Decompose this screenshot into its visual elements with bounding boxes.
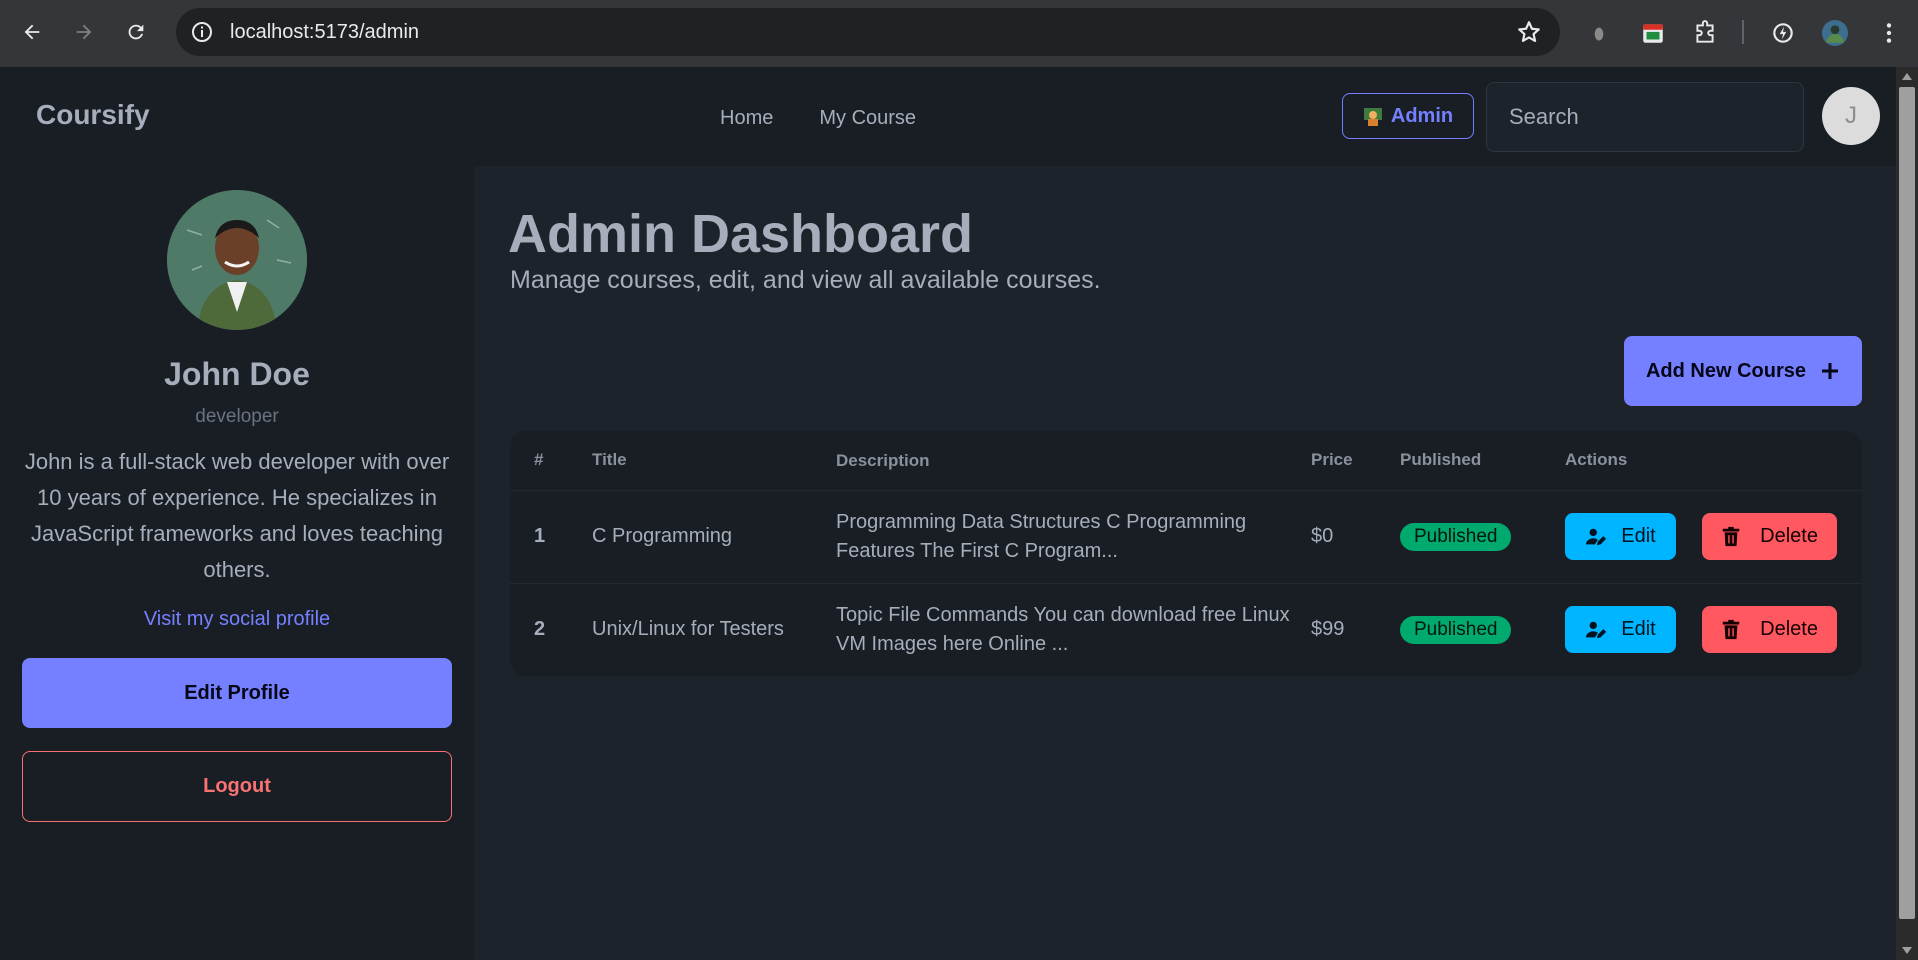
- profile-name: John Doe: [164, 356, 310, 392]
- plus-icon: [1822, 363, 1839, 379]
- url-text: localhost:5173/admin: [230, 21, 420, 43]
- header-index: #: [510, 431, 592, 491]
- delete-course-button[interactable]: Delete: [1701, 606, 1837, 654]
- row-price: $99: [1311, 618, 1345, 641]
- extension-mic-icon[interactable]: [1584, 18, 1614, 48]
- table-row: 2 Unix/Linux for Testers Topic File Comm…: [510, 583, 1862, 676]
- info-icon[interactable]: [190, 20, 214, 44]
- status-badge: Published: [1400, 615, 1512, 644]
- search-input[interactable]: [1486, 82, 1804, 152]
- admin-button[interactable]: Admin: [1342, 93, 1474, 139]
- edit-course-button[interactable]: Edit: [1565, 606, 1676, 654]
- delete-label: Delete: [1760, 618, 1818, 641]
- profile-bio: John is a full-stack web developer with …: [24, 449, 450, 582]
- user-avatar[interactable]: J: [1822, 87, 1880, 145]
- trash-icon: [1722, 619, 1740, 639]
- header-price: Price: [1311, 431, 1400, 491]
- nav-my-course-link[interactable]: My Course: [819, 107, 916, 130]
- page-scrollbar[interactable]: [1896, 67, 1918, 960]
- profile-role: developer: [195, 406, 279, 427]
- logout-button[interactable]: Logout: [22, 751, 452, 822]
- header-title: Title: [592, 431, 836, 491]
- edit-course-button[interactable]: Edit: [1565, 513, 1676, 560]
- user-edit-icon: [1586, 528, 1607, 545]
- bookmark-star-icon[interactable]: [1516, 19, 1542, 45]
- row-price: $0: [1311, 490, 1400, 584]
- nav-links: Home My Course: [720, 107, 916, 130]
- browser-toolbar: localhost:5173/admin: [0, 0, 1918, 67]
- row-index: 1: [510, 490, 592, 584]
- avatar-initial: J: [1845, 102, 1857, 129]
- status-badge: Published: [1400, 522, 1512, 551]
- edit-profile-button[interactable]: Edit Profile: [22, 658, 452, 728]
- add-course-button[interactable]: Add New Course: [1624, 336, 1862, 406]
- scroll-up-arrow-icon[interactable]: [1902, 73, 1912, 80]
- profile-avatar-icon[interactable]: [1820, 18, 1850, 48]
- scroll-down-arrow-icon[interactable]: [1902, 947, 1912, 954]
- address-bar[interactable]: localhost:5173/admin: [176, 8, 1560, 56]
- reload-icon: [128, 24, 144, 40]
- header-published: Published: [1400, 431, 1565, 491]
- app-navbar: Coursify Home My Course Admin J: [0, 67, 1896, 166]
- browser-menu-icon[interactable]: [1874, 18, 1904, 48]
- profile-photo: [167, 190, 307, 330]
- arrow-left-icon: [24, 24, 40, 40]
- arrow-right-icon: [76, 24, 92, 40]
- row-title: Unix/Linux for Testers: [592, 618, 784, 641]
- trash-icon: [1722, 526, 1740, 546]
- extension-calendar-icon[interactable]: [1638, 18, 1668, 48]
- edit-label: Edit: [1621, 618, 1656, 641]
- edit-label: Edit: [1621, 525, 1656, 547]
- delete-label: Delete: [1760, 525, 1818, 547]
- forward-button[interactable]: [66, 14, 102, 50]
- toolbar-divider: [1742, 20, 1744, 44]
- scrollbar-thumb[interactable]: [1899, 87, 1915, 919]
- profile-portrait-image: [167, 190, 307, 330]
- back-button[interactable]: [14, 14, 50, 50]
- brand-logo[interactable]: Coursify: [36, 99, 150, 131]
- admin-label: Admin: [1390, 104, 1454, 127]
- add-course-label: Add New Course: [1645, 359, 1807, 382]
- header-actions: Actions: [1565, 431, 1862, 491]
- delete-course-button[interactable]: Delete: [1701, 513, 1837, 560]
- reload-button[interactable]: [118, 14, 154, 50]
- teacher-icon: [1363, 108, 1382, 126]
- row-index: 2: [534, 618, 546, 641]
- row-title: C Programming: [592, 490, 836, 584]
- page-title: Admin Dashboard: [508, 204, 974, 264]
- table-row: 1 C Programming Programming Data Structu…: [510, 490, 1862, 584]
- social-profile-link[interactable]: Visit my social profile: [0, 608, 474, 631]
- nav-home-link[interactable]: Home: [720, 107, 773, 130]
- page-subtitle: Manage courses, edit, and view all avail…: [510, 266, 1101, 294]
- table-header-row: # Title Description Price Published Acti…: [510, 431, 1862, 491]
- performance-icon[interactable]: [1768, 18, 1798, 48]
- row-description: Programming Data Structures C Programmin…: [836, 490, 1311, 584]
- extensions-puzzle-icon[interactable]: [1690, 18, 1720, 48]
- profile-sidebar: John Doe developer John is a full-stack …: [0, 166, 474, 960]
- header-description: Description: [836, 431, 1311, 491]
- row-description: Topic File Commands You can download fre…: [836, 603, 1290, 655]
- courses-table: # Title Description Price Published Acti…: [510, 431, 1862, 676]
- user-edit-icon: [1586, 621, 1607, 638]
